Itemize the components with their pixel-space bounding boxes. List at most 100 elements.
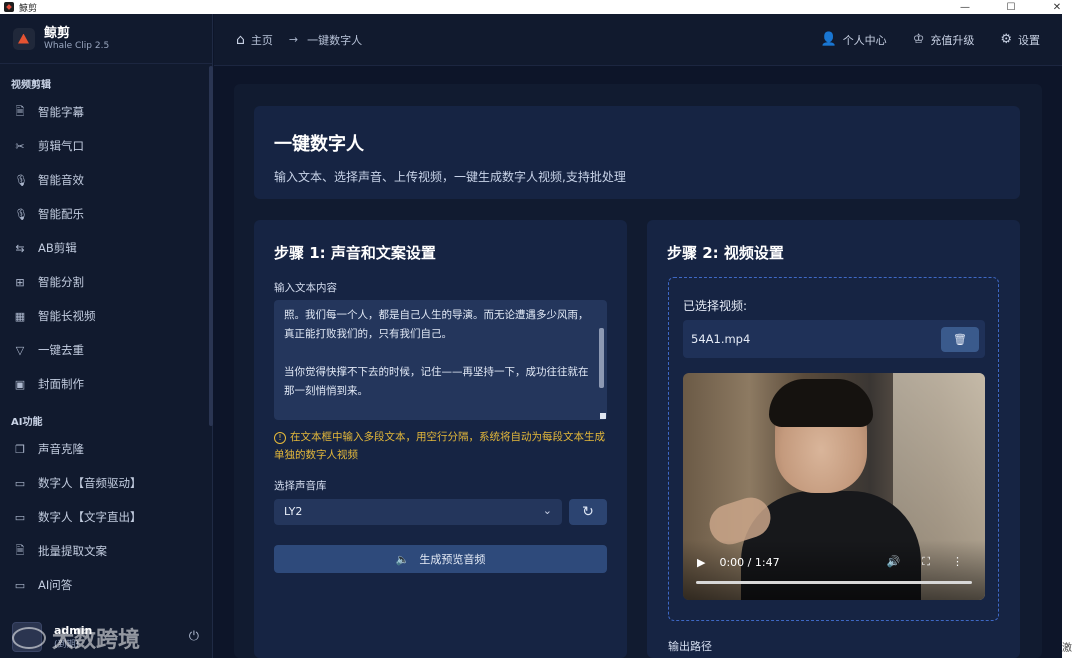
arrow-right-icon: → xyxy=(288,33,299,46)
sidebar-item-long-video[interactable]: ▦ 智能长视频 xyxy=(0,299,212,333)
speaker-icon: 🔈 xyxy=(395,552,410,566)
breadcrumb-home[interactable]: 主页 xyxy=(251,32,273,48)
sidebar-scrollbar[interactable] xyxy=(209,66,213,426)
refresh-icon: ↻ xyxy=(582,504,594,520)
upgrade-button[interactable]: ♔ 充值升级 xyxy=(913,32,975,48)
video-player[interactable]: ▶ 0:00 / 1:47 🔊 ⛶ ⋮ xyxy=(683,373,985,600)
home-icon[interactable]: ⌂ xyxy=(236,32,245,48)
image-icon: ▣ xyxy=(14,377,26,391)
hint-text: ! 在文本框中输入多段文本，用空行分隔，系统将自动为每段文本生成单独的数字人视频 xyxy=(274,431,605,461)
film-icon: ▦ xyxy=(14,309,26,323)
header-actions: 👤 个人中心 ♔ 充值升级 ⚙ 设置 xyxy=(795,32,1063,48)
settings-button[interactable]: ⚙ 设置 xyxy=(1000,32,1040,48)
more-options-icon[interactable]: ⋮ xyxy=(952,555,963,569)
user-icon: 👤 xyxy=(820,32,837,47)
voice-library-label: 选择声音库 xyxy=(274,480,327,492)
video-time: 0:00 / 1:47 xyxy=(719,555,780,569)
crown-icon: ♔ xyxy=(912,32,925,47)
sidebar-item-ab-edit[interactable]: ⇆ AB剪辑 xyxy=(0,231,212,265)
volume-icon[interactable]: 🔊 xyxy=(887,555,901,569)
step2-title: 步骤 2: 视频设置 xyxy=(667,244,784,262)
file-name: 54A1.mp4 xyxy=(691,332,751,346)
play-icon[interactable]: ▶ xyxy=(697,556,705,569)
selected-video-label: 已选择视频: xyxy=(683,299,748,313)
generate-preview-audio-button[interactable]: 🔈 生成预览音频 xyxy=(274,545,607,573)
desktop-edge: 激 xyxy=(1062,14,1080,658)
gear-icon: ⚙ xyxy=(1000,32,1012,47)
filter-icon: ▽ xyxy=(15,343,25,357)
copy-icon: ❐ xyxy=(15,442,25,456)
delete-video-button[interactable]: 🗑 xyxy=(941,327,979,352)
grid-icon: ⊞ xyxy=(15,275,25,289)
whale-logo-icon xyxy=(13,27,35,50)
hero-panel: 一键数字人 输入文本、选择声音、上传视频，一键生成数字人视频,支持批处理 xyxy=(254,106,1020,199)
close-window-button[interactable]: ✕ xyxy=(1034,0,1080,14)
selected-file-row: 54A1.mp4 🗑 xyxy=(683,320,985,358)
monitor-icon: ▭ xyxy=(14,578,26,592)
maximize-button[interactable]: ☐ xyxy=(988,0,1034,14)
sidebar: 鲸剪 Whale Clip 2.5 视频剪辑 🗎 智能字幕 ✂ 剪辑气口 🎙 智能音效… xyxy=(0,14,213,658)
voice-library-select[interactable]: LY2 ⌄ xyxy=(274,499,562,525)
watermark-text: 大数跨境 xyxy=(52,628,141,653)
profile-button[interactable]: 👤 个人中心 xyxy=(821,32,887,48)
text-input-label: 输入文本内容 xyxy=(274,282,337,294)
sidebar-section-ai: AI功能 xyxy=(11,417,43,428)
brand-name: 鲸剪 xyxy=(44,25,71,41)
video-dropzone[interactable]: 已选择视频: 54A1.mp4 🗑 ▶ 0:00 / 1:47 🔊 ⛶ ⋮ xyxy=(668,277,999,621)
app-logo-icon xyxy=(4,2,14,12)
sidebar-item-smart-subtitle[interactable]: 🗎 智能字幕 xyxy=(0,95,212,129)
microphone-icon: 🎙 xyxy=(14,207,28,221)
fullscreen-icon[interactable]: ⛶ xyxy=(922,555,930,569)
sidebar-item-voice-clone[interactable]: ❐ 声音克隆 xyxy=(0,432,212,466)
video-controls: ▶ 0:00 / 1:47 🔊 ⛶ ⋮ xyxy=(683,552,985,572)
sidebar-item-batch-extract[interactable]: 🗎 批量提取文案 xyxy=(0,534,212,568)
chevron-down-icon: ⌄ xyxy=(542,504,552,517)
sidebar-item-ai-qa[interactable]: ▭ AI问答 xyxy=(0,568,212,602)
edge-text: 激 xyxy=(1062,643,1072,654)
info-icon: ! xyxy=(274,432,286,444)
video-frame-person-hair xyxy=(769,379,873,427)
logout-icon[interactable]: ⏻ xyxy=(189,629,199,644)
window-title: 鲸剪 xyxy=(19,3,38,14)
step1-title: 步骤 1: 声音和文案设置 xyxy=(274,244,436,262)
sidebar-item-dedupe[interactable]: ▽ 一键去重 xyxy=(0,333,212,367)
window-titlebar: 鲸剪 — ☐ ✕ xyxy=(0,0,1080,14)
output-path-label: 输出路径 xyxy=(668,640,712,653)
window-controls: — ☐ ✕ xyxy=(942,0,1080,14)
textarea-scrollbar[interactable] xyxy=(599,328,604,388)
voice-selected-value: LY2 xyxy=(284,505,303,518)
text-content-input[interactable]: 照。我们每一个人，都是自己人生的导演。而无论遭遇多少风雨，真正能打败我们的，只有… xyxy=(274,300,607,420)
trash-icon: 🗑 xyxy=(953,333,967,346)
resize-handle-icon[interactable] xyxy=(600,413,606,419)
video-progress-bar[interactable] xyxy=(696,581,972,584)
sidebar-item-digital-human-audio[interactable]: ▭ 数字人【音频驱动】 xyxy=(0,466,212,500)
sidebar-item-cut-breath[interactable]: ✂ 剪辑气口 xyxy=(0,129,212,163)
document-icon: 🗎 xyxy=(15,543,25,557)
swap-icon: ⇆ xyxy=(15,241,25,255)
watermark: 大数跨境 xyxy=(12,622,140,654)
main-content: 一键数字人 输入文本、选择声音、上传视频，一键生成数字人视频,支持批处理 步骤 … xyxy=(234,84,1042,658)
sidebar-item-smart-split[interactable]: ⊞ 智能分割 xyxy=(0,265,212,299)
sidebar-item-cover[interactable]: ▣ 封面制作 xyxy=(0,367,212,401)
sidebar-item-smart-sfx[interactable]: 🎙 智能音效 xyxy=(0,163,212,197)
page-title: 一键数字人 xyxy=(274,134,364,155)
breadcrumb: ⌂ 主页 → 一键数字人 xyxy=(214,32,362,48)
text-paragraph: 照。我们每一个人，都是自己人生的导演。而无论遭遇多少风雨，真正能打败我们的，只有… xyxy=(284,309,589,340)
text-paragraph: 当你觉得快撑不下去的时候，记住——再坚持一下，成功往往就在那一刻悄悄到来。 xyxy=(284,366,589,397)
minimize-button[interactable]: — xyxy=(942,0,988,14)
sidebar-item-digital-human-text[interactable]: ▭ 数字人【文字直出】 xyxy=(0,500,212,534)
scissors-icon: ✂ xyxy=(15,139,25,153)
sidebar-item-smart-music[interactable]: 🎙 智能配乐 xyxy=(0,197,212,231)
microphone-icon: 🎙 xyxy=(14,173,28,187)
monitor-icon: ▭ xyxy=(14,510,26,524)
watermark-logo-icon xyxy=(12,627,46,649)
monitor-icon: ▭ xyxy=(14,476,26,490)
step2-card: 步骤 2: 视频设置 已选择视频: 54A1.mp4 🗑 ▶ 0:00 / 1:… xyxy=(647,220,1020,658)
refresh-voices-button[interactable]: ↻ xyxy=(569,499,607,525)
document-icon: 🗎 xyxy=(15,104,25,118)
step1-card: 步骤 1: 声音和文案设置 输入文本内容 照。我们每一个人，都是自己人生的导演。… xyxy=(254,220,627,658)
brand-version: Whale Clip 2.5 xyxy=(44,40,110,51)
top-header: ⌂ 主页 → 一键数字人 👤 个人中心 ♔ 充值升级 ⚙ 设置 xyxy=(214,14,1062,66)
page-description: 输入文本、选择声音、上传视频，一键生成数字人视频,支持批处理 xyxy=(274,170,626,184)
brand: 鲸剪 Whale Clip 2.5 xyxy=(0,14,212,64)
